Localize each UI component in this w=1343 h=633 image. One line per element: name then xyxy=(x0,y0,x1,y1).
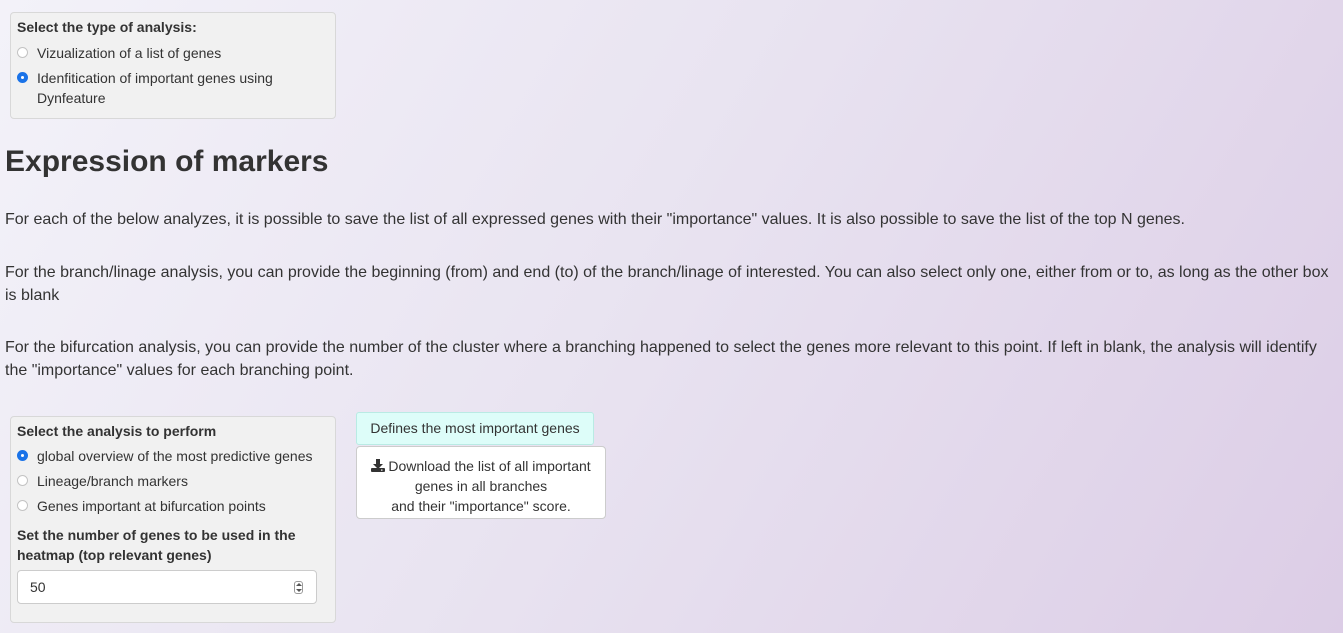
download-line-1: Download the list of all important xyxy=(363,456,599,476)
download-label-line-1: Download the list of all important xyxy=(388,457,591,474)
info-paragraph-bifurcation: For the bifurcation analysis, you can pr… xyxy=(5,339,1317,379)
radio-label: Lineage/branch markers xyxy=(37,473,188,489)
radio-label: global overview of the most predictive g… xyxy=(37,448,313,464)
info-paragraph-branch: For the branch/linage analysis, you can … xyxy=(5,264,1329,304)
analysis-perform-panel: Select the analysis to perform global ov… xyxy=(10,416,336,623)
analysis-perform-label: Select the analysis to perform xyxy=(17,423,217,439)
genes-number-value[interactable]: 50 xyxy=(30,571,46,603)
spinner-down-icon[interactable] xyxy=(296,589,302,592)
genes-number-label: Set the number of genes to be used in th… xyxy=(17,527,296,563)
info-paragraph-save: For each of the below analyzes, it is po… xyxy=(5,211,1185,228)
radio-identification-dynfeature[interactable]: Idenfitication of important genes using … xyxy=(17,68,307,108)
radio-label: Genes important at bifurcation points xyxy=(37,498,266,514)
download-label-line-2: genes in all branches xyxy=(414,477,548,494)
download-label-line-3: and their "importance" score. xyxy=(391,497,571,514)
radio-unchecked-icon[interactable] xyxy=(17,500,28,511)
radio-lineage-branch[interactable]: Lineage/branch markers xyxy=(17,471,329,491)
page-title: Expression of markers xyxy=(5,145,329,178)
download-icon xyxy=(371,458,386,472)
radio-global-overview[interactable]: global overview of the most predictive g… xyxy=(17,446,329,466)
radio-bifurcation-points[interactable]: Genes important at bifurcation points xyxy=(17,496,329,516)
download-important-genes-button[interactable]: Download the list of all important genes… xyxy=(356,446,606,519)
radio-unchecked-icon[interactable] xyxy=(17,47,28,58)
radio-label: Idenfitication of important genes using … xyxy=(37,70,273,106)
define-important-genes-button[interactable]: Defines the most important genes xyxy=(356,412,594,445)
spinner-icon[interactable] xyxy=(294,581,303,594)
radio-visualization-list[interactable]: Vizualization of a list of genes xyxy=(17,43,329,63)
radio-unchecked-icon[interactable] xyxy=(17,475,28,486)
analysis-type-panel: Select the type of analysis: Vizualizati… xyxy=(10,12,336,119)
genes-number-field[interactable]: 50 xyxy=(17,570,317,604)
radio-checked-icon[interactable] xyxy=(17,450,28,461)
radio-checked-icon[interactable] xyxy=(17,72,28,83)
analysis-type-label: Select the type of analysis: xyxy=(17,19,197,35)
spinner-up-icon[interactable] xyxy=(296,583,302,586)
radio-label: Vizualization of a list of genes xyxy=(37,45,222,61)
